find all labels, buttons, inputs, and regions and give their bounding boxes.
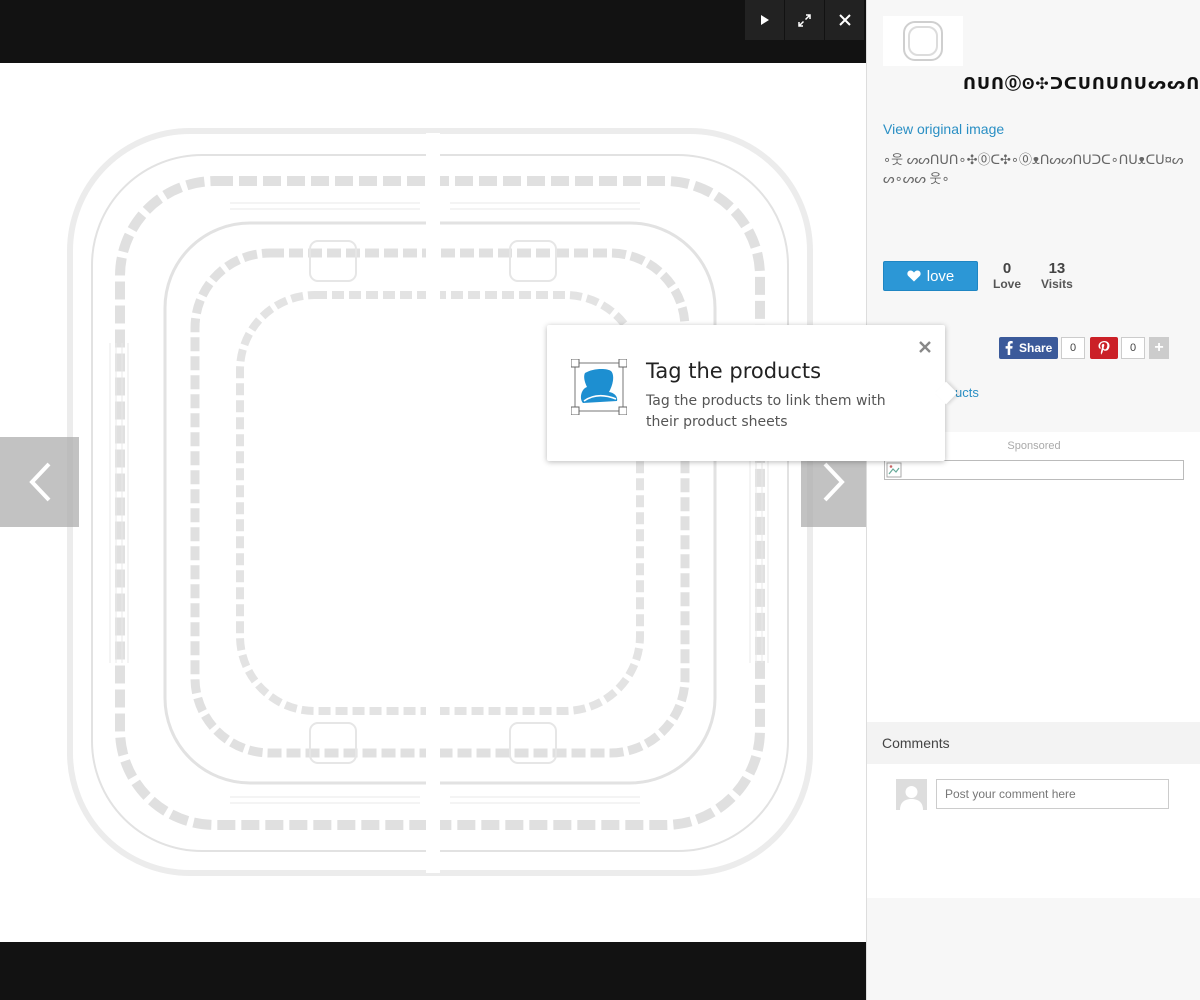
play-icon	[760, 15, 769, 25]
pinterest-share-button[interactable]	[1090, 337, 1118, 359]
tag-products-tooltip: Tag the products Tag the products to lin…	[547, 325, 958, 461]
slideshow-play-button[interactable]	[745, 0, 784, 40]
tooltip-title: Tag the products	[646, 359, 822, 383]
heart-icon	[907, 270, 921, 282]
more-share-button[interactable]: +	[1149, 337, 1169, 359]
close-icon	[919, 341, 931, 353]
pinterest-icon	[1098, 341, 1110, 355]
tooltip-body: Tag the products to link them with their…	[646, 393, 886, 430]
love-button[interactable]: love	[883, 261, 978, 291]
arena-seating-plan-image	[67, 128, 813, 876]
close-viewer-button[interactable]	[825, 0, 864, 40]
arena-thumbnail-image	[903, 21, 943, 61]
love-count: 0	[1002, 260, 1012, 277]
expand-icon	[798, 13, 811, 27]
viewer-toolbar	[744, 0, 864, 40]
comment-input[interactable]	[936, 779, 1169, 809]
image-details-sidebar: ᑎᑌᑎ⓪ʘ✣ᑐᑕᑌᑎᑌᑎᑌᔕᔕᑎ View original image ∘웃 …	[866, 0, 1200, 1000]
visits-stat: 13 Visits	[1041, 260, 1073, 291]
facebook-icon	[1005, 341, 1013, 355]
author-name[interactable]: ᑎᑌᑎ⓪ʘ✣ᑐᑕᑌᑎᑌᑎᑌᔕᔕᑎ	[963, 70, 1200, 94]
fullscreen-button[interactable]	[785, 0, 824, 40]
pinterest-share-count: 0	[1121, 337, 1145, 359]
sponsored-section: Sponsored	[867, 432, 1200, 722]
ad-banner[interactable]	[884, 460, 1184, 480]
view-original-image-link[interactable]: View original image	[883, 121, 1004, 137]
main-image	[0, 63, 866, 942]
visits-label: Visits	[1041, 277, 1073, 291]
visits-count: 13	[1048, 260, 1066, 277]
tooltip-close-button[interactable]	[917, 339, 933, 355]
comments-section	[867, 764, 1200, 898]
avatar	[896, 779, 927, 810]
previous-image-button[interactable]	[0, 437, 79, 527]
love-button-label: love	[926, 267, 955, 285]
user-avatar-icon	[900, 786, 923, 810]
facebook-share-button[interactable]: Share	[999, 337, 1059, 359]
love-label: Love	[993, 277, 1022, 291]
author-thumbnail[interactable]	[883, 16, 963, 66]
chair-tag-icon	[571, 359, 627, 415]
image-viewer	[0, 0, 866, 1000]
image-description: ∘웃 ᔕᔕᑎᑌᑎ∘✣⓪ᑕ✣∘⓪ᴥᑎᔕᔕᑎᑌᑐᑕ∘ᑎᑌᴥᑕᑌ¤ᔕᔕ∘ᔕᔕ 웃∘	[883, 152, 1184, 186]
tag-products-link[interactable]: ucts	[955, 385, 979, 400]
love-stat: 0 Love	[993, 260, 1021, 291]
facebook-share-count: 0	[1061, 337, 1085, 359]
chevron-left-icon	[28, 462, 50, 502]
comments-header: Comments	[867, 722, 1200, 764]
chevron-right-icon	[823, 462, 845, 502]
close-icon	[838, 14, 851, 26]
broken-image-icon	[886, 462, 902, 478]
facebook-share-label: Share	[1019, 341, 1053, 355]
